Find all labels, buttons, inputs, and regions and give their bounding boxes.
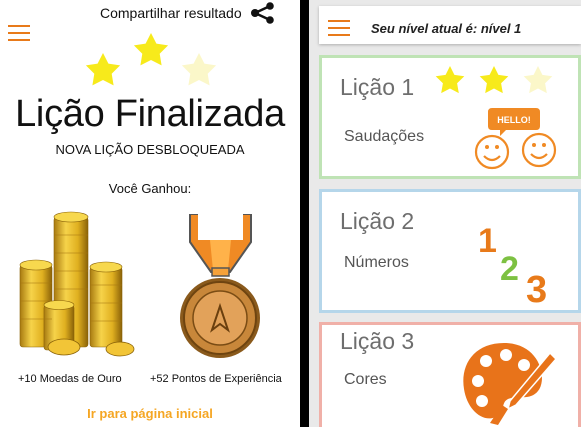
share-result-button[interactable]: Compartilhar resultado <box>100 2 276 24</box>
star-empty-icon <box>181 53 217 86</box>
share-result-label: Compartilhar resultado <box>100 5 242 21</box>
lesson-subtitle: Números <box>344 254 409 271</box>
lesson-list-screen: Seu nível atual é: nível 1 Lição 1 Sauda… <box>309 0 581 427</box>
star-filled-icon <box>133 33 169 66</box>
reward-xp-label: +52 Pontos de Experiência <box>150 373 282 385</box>
current-level-text: Seu nível atual é: nível 1 <box>371 21 522 36</box>
numbers-icon: 1 2 3 <box>478 222 547 311</box>
level-header: Seu nível atual é: nível 1 <box>319 6 581 44</box>
digit-one: 1 <box>478 222 497 260</box>
lesson-rating-stars <box>435 66 553 94</box>
star-filled-icon <box>85 53 121 86</box>
lesson-title: Lição 1 <box>340 74 415 100</box>
page-title: Lição Finalizada <box>15 93 285 135</box>
digit-two: 2 <box>500 250 519 288</box>
star-empty-icon <box>523 66 553 94</box>
rating-stars <box>85 33 217 86</box>
lesson-subtitle: Saudações <box>344 128 425 145</box>
lesson-result-screen: Compartilhar resultado Lição Finalizada … <box>0 0 300 427</box>
lesson-title: Lição 3 <box>340 328 415 354</box>
medal-icon <box>180 214 260 358</box>
lesson-card-1[interactable]: Lição 1 Saudações HELLO! <box>319 55 581 179</box>
paint-palette-icon <box>463 343 558 425</box>
greeting-faces-icon: HELLO! <box>474 108 557 170</box>
share-icon <box>250 2 274 24</box>
lesson-title: Lição 2 <box>340 208 415 234</box>
menu-button[interactable] <box>328 20 350 36</box>
star-filled-icon <box>435 66 465 94</box>
panel-divider <box>300 0 309 427</box>
lesson-card-2[interactable]: Lição 2 Números 1 2 3 <box>319 189 581 313</box>
lesson-card-3[interactable]: Lição 3 Cores <box>319 322 581 427</box>
rewards-heading: Você Ganhou: <box>108 181 192 196</box>
speech-bubble-text: HELLO! <box>497 115 531 125</box>
gold-coins-icon <box>19 211 135 357</box>
reward-coins-label: +10 Moedas de Ouro <box>18 373 122 385</box>
lesson-subtitle: Cores <box>344 371 387 388</box>
star-filled-icon <box>479 66 509 94</box>
digit-three: 3 <box>526 269 547 311</box>
go-home-link[interactable]: Ir para página inicial <box>0 406 300 421</box>
unlocked-message: NOVA LIÇÃO DESBLOQUEADA <box>55 142 245 157</box>
